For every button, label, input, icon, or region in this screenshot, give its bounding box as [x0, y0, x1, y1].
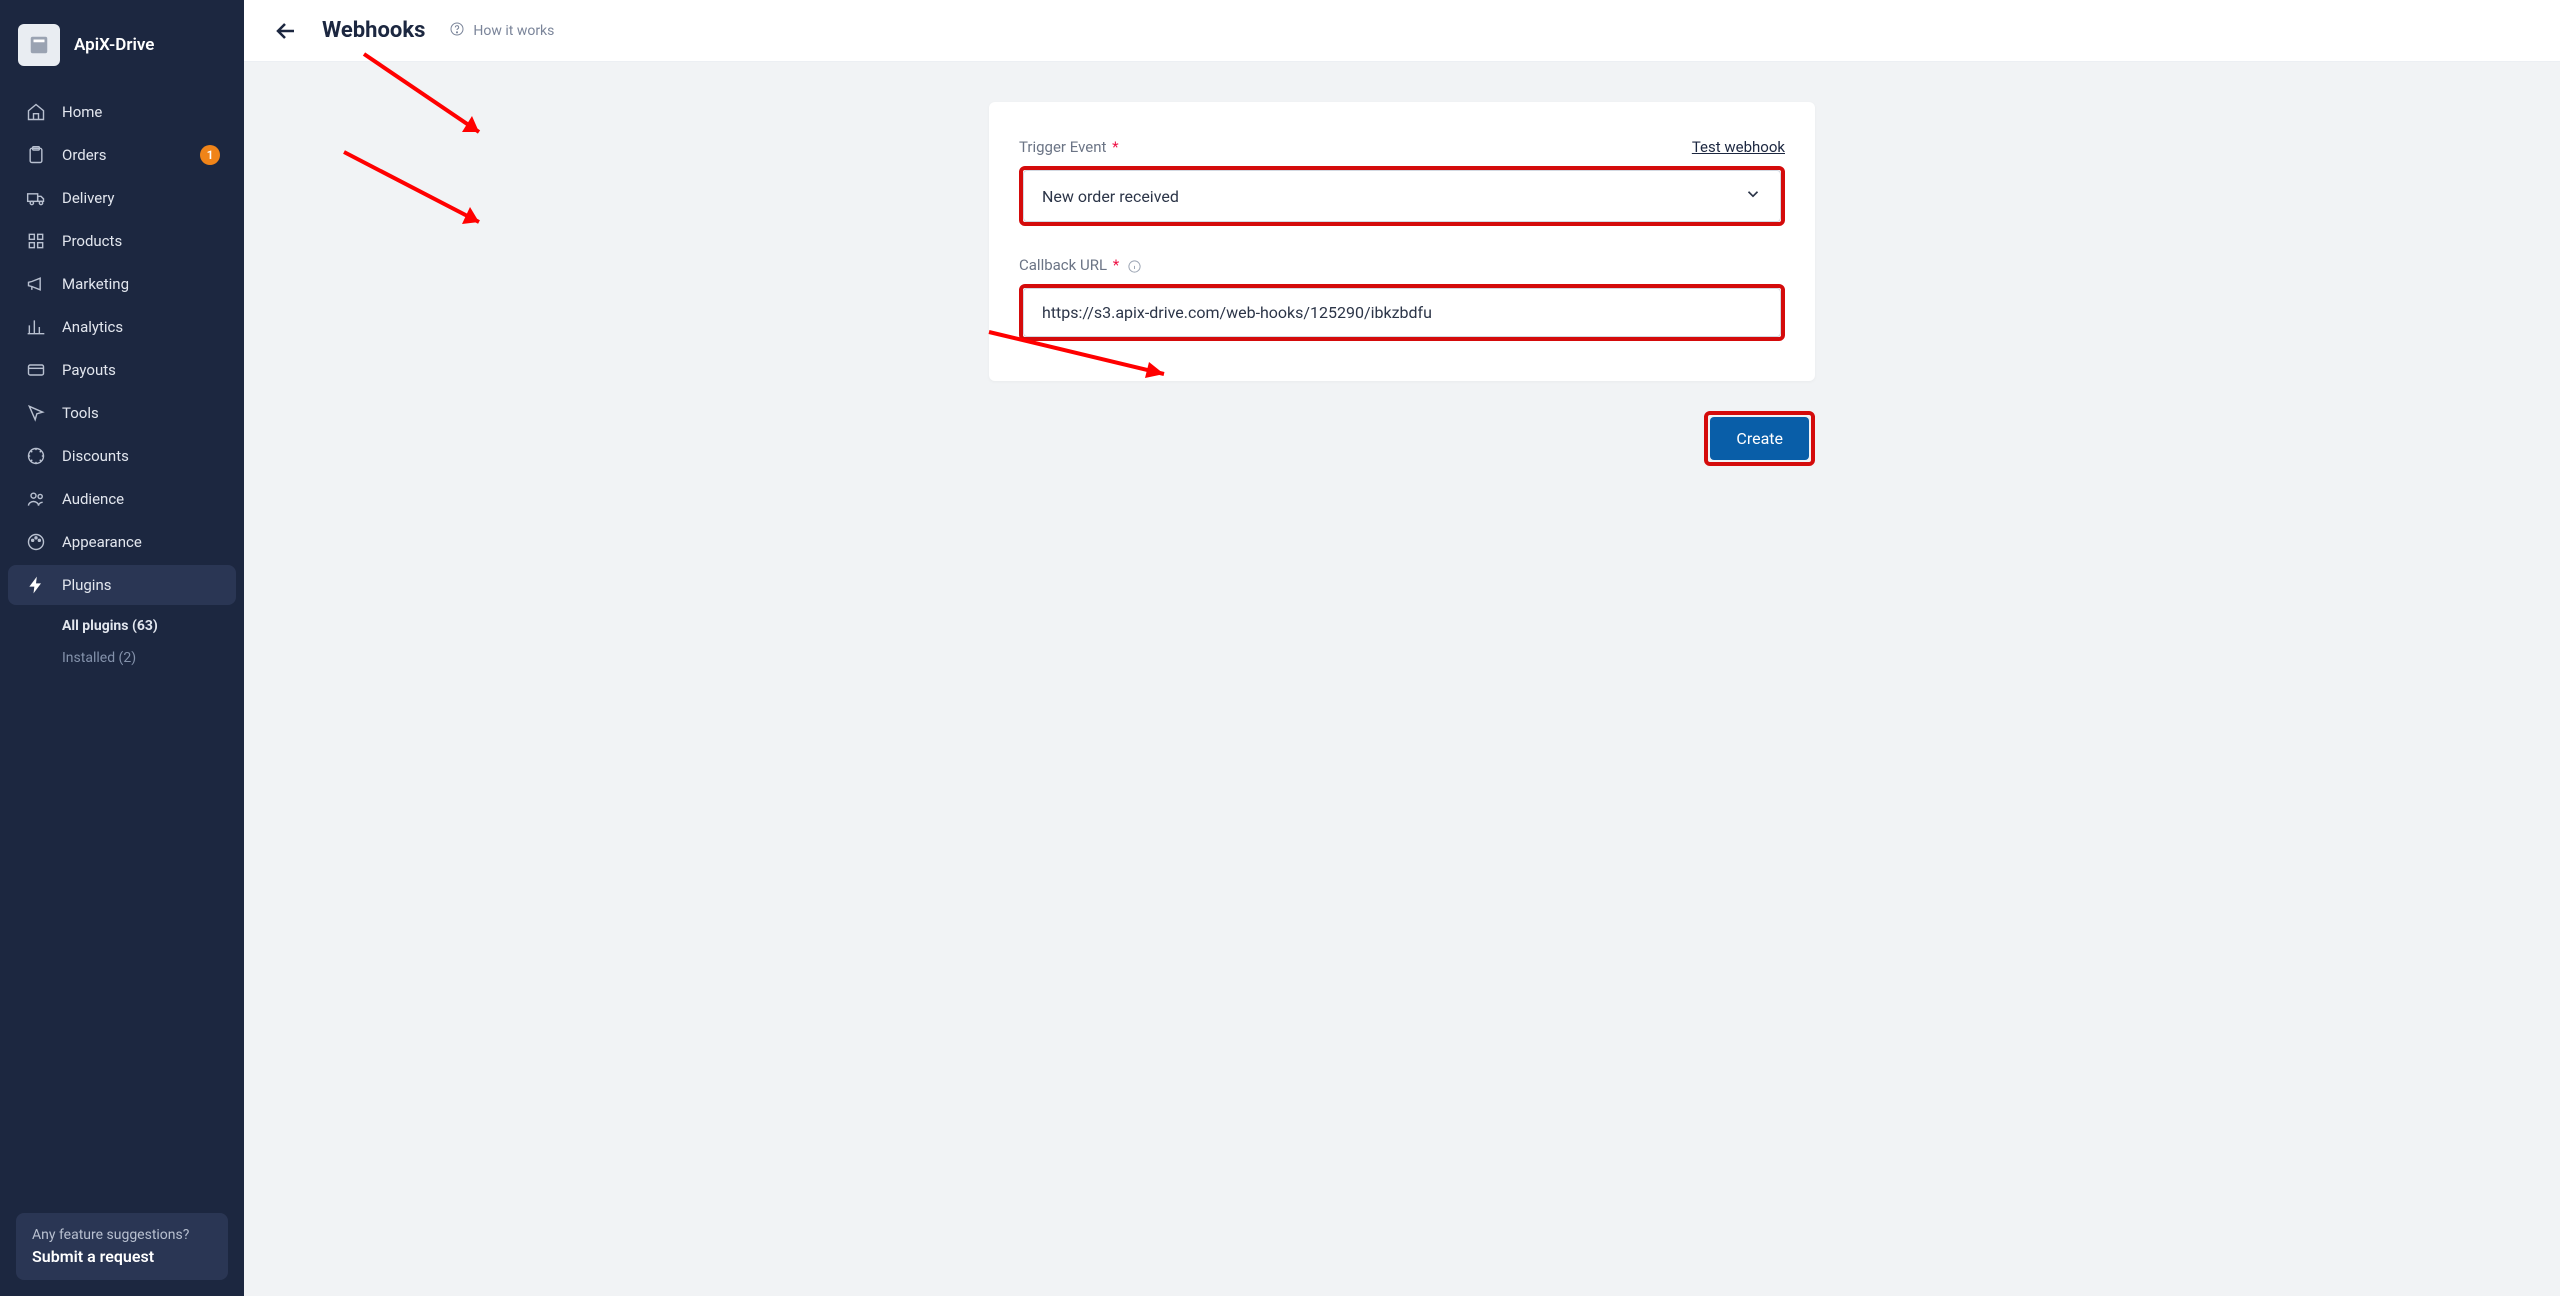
- card-icon: [26, 360, 46, 380]
- palette-icon: [26, 532, 46, 552]
- brand-name: ApiX-Drive: [74, 35, 154, 55]
- users-icon: [26, 489, 46, 509]
- chart-icon: [26, 317, 46, 337]
- create-button-highlight: Create: [1704, 411, 1815, 466]
- brand-section: ApiX-Drive: [0, 16, 244, 92]
- sidebar-item-label: Appearance: [62, 533, 142, 551]
- info-icon: [1127, 259, 1142, 274]
- nav-list: Home Orders 1 Delivery Products Marketin…: [0, 92, 244, 605]
- callback-url-highlight: [1019, 284, 1785, 341]
- brand-logo: [18, 24, 60, 66]
- callback-url-label: Callback URL *: [1019, 256, 1785, 274]
- action-row: Create: [989, 411, 1815, 466]
- test-webhook-link[interactable]: Test webhook: [1692, 138, 1785, 156]
- sidebar-item-label: Orders: [62, 146, 107, 164]
- sidebar-item-audience[interactable]: Audience: [0, 479, 244, 519]
- feedback-hint: Any feature suggestions?: [32, 1227, 212, 1243]
- trigger-event-highlight: New order received: [1019, 166, 1785, 226]
- back-arrow-icon[interactable]: [274, 19, 298, 43]
- sidebar-item-plugins[interactable]: Plugins: [8, 565, 236, 605]
- sidebar-item-discounts[interactable]: Discounts: [0, 436, 244, 476]
- sidebar-item-label: Products: [62, 232, 122, 250]
- page-title: Webhooks: [322, 18, 425, 43]
- annotation-arrow: [364, 54, 504, 158]
- how-it-works-label: How it works: [473, 23, 554, 39]
- truck-icon: [26, 188, 46, 208]
- megaphone-icon: [26, 274, 46, 294]
- feedback-cta: Submit a request: [32, 1247, 212, 1266]
- sidebar-item-marketing[interactable]: Marketing: [0, 264, 244, 304]
- chevron-down-icon: [1744, 185, 1762, 207]
- content-area: Trigger Event * Test webhook New order r…: [244, 62, 2560, 381]
- sidebar-item-label: Audience: [62, 490, 124, 508]
- callback-url-input[interactable]: [1023, 288, 1781, 337]
- home-icon: [26, 102, 46, 122]
- sidebar-item-tools[interactable]: Tools: [0, 393, 244, 433]
- sidebar: ApiX-Drive Home Orders 1 Delivery Produc…: [0, 0, 244, 1296]
- sidebar-item-home[interactable]: Home: [0, 92, 244, 132]
- subitem-installed[interactable]: Installed (2): [62, 643, 244, 673]
- sidebar-item-appearance[interactable]: Appearance: [0, 522, 244, 562]
- grid-icon: [26, 231, 46, 251]
- tag-icon: [26, 446, 46, 466]
- orders-badge: 1: [200, 145, 220, 165]
- topbar: Webhooks How it works: [244, 0, 2560, 62]
- webhook-form-card: Trigger Event * Test webhook New order r…: [989, 102, 1815, 381]
- cursor-icon: [26, 403, 46, 423]
- sidebar-item-orders[interactable]: Orders 1: [0, 135, 244, 175]
- sidebar-item-label: Analytics: [62, 318, 123, 336]
- trigger-event-value: New order received: [1042, 187, 1179, 206]
- how-it-works-link[interactable]: How it works: [449, 21, 554, 41]
- sidebar-item-analytics[interactable]: Analytics: [0, 307, 244, 347]
- bolt-icon: [26, 575, 46, 595]
- sidebar-item-label: Discounts: [62, 447, 129, 465]
- sidebar-item-label: Tools: [62, 404, 99, 422]
- feedback-box[interactable]: Any feature suggestions? Submit a reques…: [16, 1213, 228, 1280]
- help-icon: [449, 21, 465, 41]
- trigger-event-label: Trigger Event *: [1019, 138, 1119, 156]
- subitem-all-plugins[interactable]: All plugins (63): [62, 611, 244, 641]
- main: Webhooks How it works Trigger Event * Te…: [244, 0, 2560, 1296]
- create-button[interactable]: Create: [1710, 417, 1809, 460]
- sidebar-item-label: Plugins: [62, 576, 111, 594]
- annotation-arrow: [344, 152, 504, 256]
- trigger-label-row: Trigger Event * Test webhook: [1019, 138, 1785, 156]
- sidebar-item-label: Payouts: [62, 361, 116, 379]
- sidebar-item-delivery[interactable]: Delivery: [0, 178, 244, 218]
- clipboard-icon: [26, 145, 46, 165]
- sidebar-item-payouts[interactable]: Payouts: [0, 350, 244, 390]
- sidebar-item-label: Marketing: [62, 275, 129, 293]
- sidebar-item-products[interactable]: Products: [0, 221, 244, 261]
- sidebar-item-label: Delivery: [62, 189, 115, 207]
- trigger-event-select[interactable]: New order received: [1023, 170, 1781, 222]
- sidebar-item-label: Home: [62, 103, 102, 121]
- plugins-sublist: All plugins (63) Installed (2): [0, 611, 244, 673]
